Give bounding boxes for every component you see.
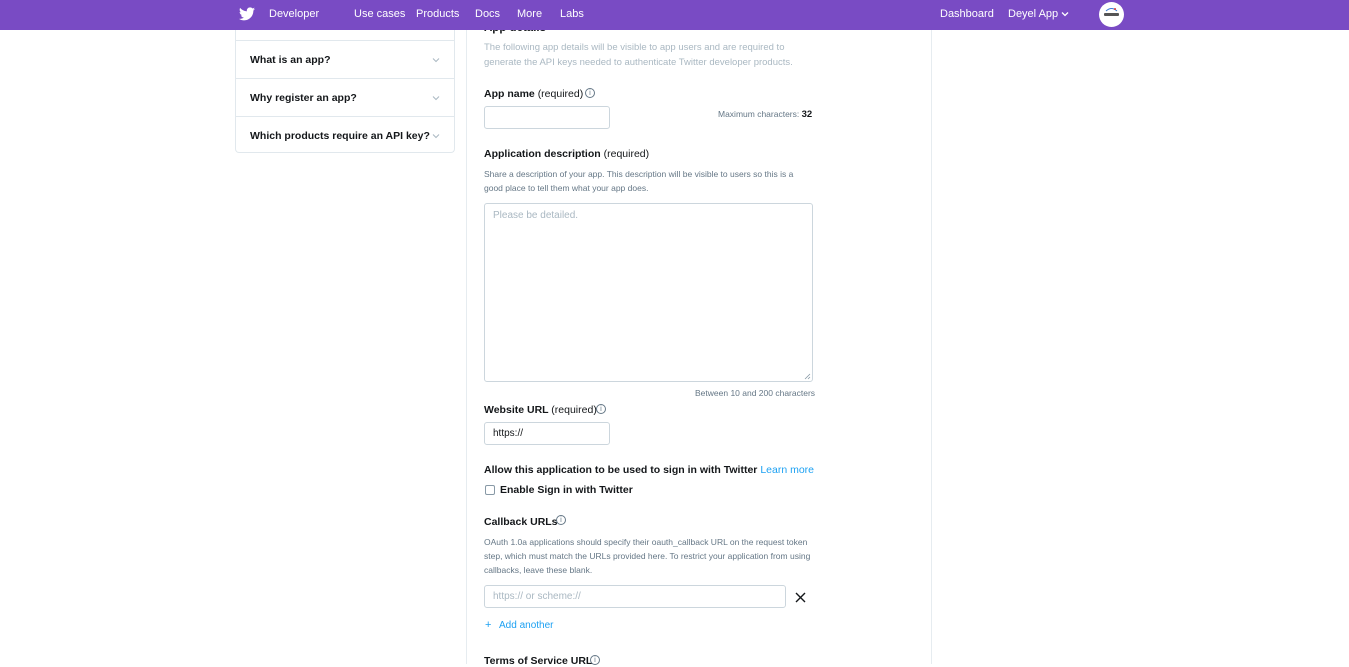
app-description-label: Application description (required) [484,148,650,160]
chevron-down-icon [432,96,440,101]
callback-help: callbacks, leave these blank. [484,565,593,575]
info-icon[interactable]: i [556,515,566,525]
add-another-plus-icon[interactable]: + [485,619,491,631]
callback-url-placeholder: https:// or scheme:// [493,591,581,602]
chevron-down-icon[interactable] [1060,9,1070,19]
nav-link-more[interactable]: More [517,8,542,20]
description-char-counter: Between 10 and 200 characters [695,388,816,398]
app-menu-button[interactable]: Deyel App [1008,8,1058,20]
nav-link-products[interactable]: Products [416,8,459,20]
chevron-down-icon [432,134,440,139]
faq-item-what-is-an-app[interactable]: What is an app? [236,40,454,78]
callback-help: step, which must match the URLs provided… [484,551,811,561]
close-icon[interactable] [795,592,806,603]
info-icon[interactable]: i [585,88,595,98]
resize-handle-icon[interactable] [804,373,811,380]
chevron-down-icon [432,58,440,63]
avatar-logo-icon [1099,2,1124,27]
faq-accordion: What is an app? Why register an app? Whi… [235,30,455,153]
callback-help: OAuth 1.0a applications should specify t… [484,537,808,547]
faq-item-which-products[interactable]: Which products require an API key? [236,116,454,154]
app-description-help: Share a description of your app. This de… [484,169,794,179]
top-nav: Developer Use cases Products Docs More L… [0,0,1349,30]
learn-more-link[interactable]: Learn more [760,464,814,476]
enable-signin-label[interactable]: Enable Sign in with Twitter [500,484,633,496]
section-description: The following app details will be visibl… [484,42,785,53]
nav-link-dashboard[interactable]: Dashboard [940,8,994,20]
faq-item-label: Which products require an API key? [250,130,430,142]
max-characters-label: Maximum characters: 32 [718,109,813,120]
add-another-link[interactable]: Add another [499,620,554,631]
faq-item-label: What is an app? [250,54,331,66]
app-description-help: good place to tell them what your app do… [484,183,649,193]
website-url-label: Website URL (required) [484,404,597,416]
app-description-textarea[interactable]: Please be detailed. [484,203,813,382]
enable-signin-checkbox[interactable] [485,485,495,495]
section-description: generate the API keys needed to authenti… [484,57,793,68]
signin-section-label: Allow this application to be used to sig… [484,464,815,476]
terms-url-label: Terms of Service URL [484,655,593,667]
app-name-label: App name (required) [484,88,584,100]
faq-item-why-register[interactable]: Why register an app? [236,78,454,116]
app-name-input[interactable] [484,106,610,129]
twitter-bird-icon[interactable] [239,7,255,21]
nav-link-labs[interactable]: Labs [560,8,584,20]
faq-item-label: Why register an app? [250,92,357,104]
avatar[interactable] [1099,2,1124,27]
nav-link-docs[interactable]: Docs [475,8,500,20]
callback-url-input[interactable]: https:// or scheme:// [484,585,786,608]
website-url-input[interactable]: https:// [484,422,610,445]
info-icon[interactable]: i [596,404,606,414]
callback-urls-label: Callback URLs [484,516,558,528]
textarea-placeholder: Please be detailed. [493,210,579,221]
brand-developer[interactable]: Developer [269,8,319,20]
nav-link-use-cases[interactable]: Use cases [354,8,405,20]
